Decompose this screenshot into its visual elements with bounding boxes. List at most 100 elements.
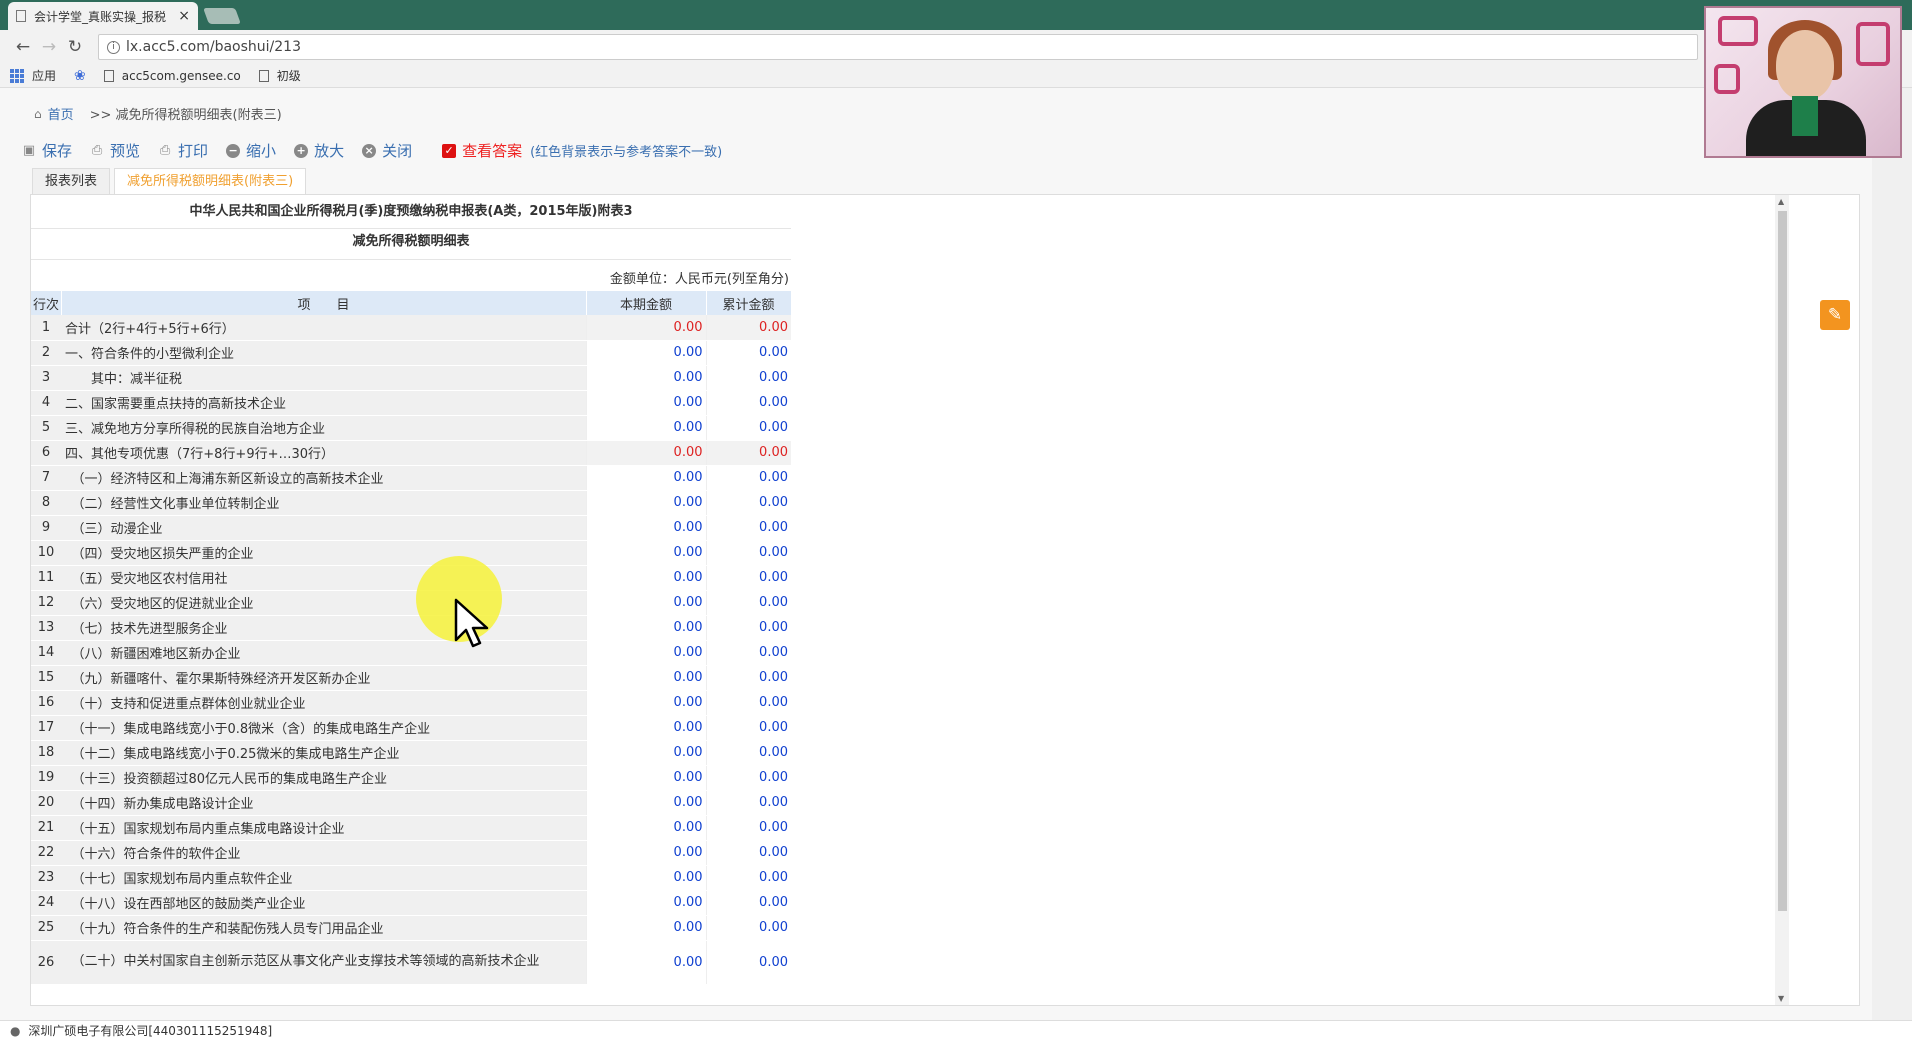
bookmark-apps[interactable]: 应用 [10,67,56,84]
current-amount-cell[interactable]: 0.00 [585,365,706,391]
vertical-scrollbar[interactable]: ▲ ▼ [1775,195,1789,1005]
current-amount-cell[interactable]: 0.00 [585,515,706,541]
row-number: 1 [31,315,61,341]
cumulative-amount-cell[interactable]: 0.00 [705,590,791,616]
header-current-amount: 本期金额 [586,291,707,315]
cumulative-amount-cell[interactable]: 0.00 [705,415,791,441]
current-amount-cell[interactable]: 0.00 [585,490,706,516]
row-number: 10 [31,540,61,566]
row-item: 其中：减半征税 [61,365,586,391]
scroll-down-icon[interactable]: ▼ [1778,994,1784,1003]
tab-tax-reduction-detail[interactable]: 减免所得税额明细表(附表三) [114,168,307,194]
save-button[interactable]: ▣ 保存 [22,140,72,161]
table-row: 4 二、国家需要重点扶持的高新技术企业 0.00 0.00 [31,390,791,416]
current-amount-cell[interactable]: 0.00 [585,915,706,941]
info-icon[interactable]: i [107,40,120,54]
current-amount-cell[interactable]: 0.00 [585,390,706,416]
scrollbar-thumb[interactable] [1778,211,1787,911]
reload-icon[interactable]: ↻ [62,37,88,57]
bookmark-gensee[interactable]: acc5com.gensee.co [103,69,241,83]
close-label: 关闭 [382,142,413,160]
zoom-in-button[interactable]: + 放大 [294,140,344,161]
cumulative-amount-cell[interactable]: 0.00 [705,890,791,916]
browser-tab[interactable]: 会计学堂_真账实操_报税 × [8,2,198,30]
plus-circle-icon: + [294,143,309,158]
breadcrumb-home-link[interactable]: 首页 [48,104,74,123]
row-item: （十九）符合条件的生产和装配伤残人员专门用品企业 [61,915,586,941]
cumulative-amount-cell[interactable]: 0.00 [705,865,791,891]
back-icon[interactable]: ← [10,37,36,57]
current-amount-cell[interactable]: 0.00 [585,640,706,666]
scroll-up-icon[interactable]: ▲ [1778,197,1784,206]
presenter-collar [1792,96,1818,136]
row-number: 17 [31,715,61,741]
check-answer-label: 查看答案 [462,142,523,160]
cumulative-amount-cell[interactable]: 0.00 [705,640,791,666]
current-amount-cell[interactable]: 0.00 [585,665,706,691]
current-amount-cell[interactable]: 0.00 [585,890,706,916]
row-number: 18 [31,740,61,766]
cumulative-amount-cell[interactable]: 0.00 [705,365,791,391]
cumulative-amount-cell[interactable]: 0.00 [705,565,791,591]
current-amount-cell[interactable]: 0.00 [585,940,706,985]
cumulative-amount-cell[interactable]: 0.00 [705,615,791,641]
cumulative-amount-cell[interactable]: 0.00 [705,690,791,716]
printer-icon: ⎙ [91,142,103,158]
check-answer-checkbox[interactable]: ✓ 查看答案 [442,140,522,161]
cumulative-amount-cell[interactable]: 0.00 [705,465,791,491]
cumulative-amount-cell[interactable]: 0.00 [705,515,791,541]
tax-form: 中华人民共和国企业所得税月(季)度预缴纳税申报表(A类，2015年版)附表3 减… [31,195,791,1005]
cumulative-amount-cell[interactable]: 0.00 [705,490,791,516]
current-amount-cell[interactable]: 0.00 [585,340,706,366]
table-row: 22 （十六）符合条件的软件企业 0.00 0.00 [31,840,791,866]
edit-pencil-button[interactable]: ✎ [1820,300,1850,330]
address-bar: ← → ↻ i lx.acc5.com/baoshui/213 [0,30,1912,64]
bookmark-chuji[interactable]: 初级 [258,67,301,84]
table-row: 14 （八）新疆困难地区新办企业 0.00 0.00 [31,640,791,666]
cumulative-amount-cell[interactable]: 0.00 [705,915,791,941]
tab-report-list[interactable]: 报表列表 [32,168,111,194]
cumulative-amount-cell[interactable]: 0.00 [705,765,791,791]
current-amount-cell[interactable]: 0.00 [585,615,706,641]
row-item: （九）新疆喀什、霍尔果斯特殊经济开发区新办企业 [61,665,586,691]
table-row: 21 （十五）国家规划布局内重点集成电路设计企业 0.00 0.00 [31,815,791,841]
current-amount-cell[interactable]: 0.00 [585,790,706,816]
close-button[interactable]: × 关闭 [362,140,412,161]
current-amount-cell[interactable]: 0.00 [585,765,706,791]
zoom-out-button[interactable]: − 缩小 [226,140,276,161]
row-item: （三）动漫企业 [61,515,586,541]
url-input[interactable]: i lx.acc5.com/baoshui/213 [98,34,1698,60]
row-number: 8 [31,490,61,516]
table-row: 16 （十）支持和促进重点群体创业就业企业 0.00 0.00 [31,690,791,716]
cumulative-amount-cell[interactable]: 0.00 [705,715,791,741]
current-amount-cell[interactable]: 0.00 [585,590,706,616]
current-amount-cell[interactable]: 0.00 [585,565,706,591]
row-item: （十八）设在西部地区的鼓励类产业企业 [61,890,586,916]
cumulative-amount-cell[interactable]: 0.00 [705,340,791,366]
current-amount-cell[interactable]: 0.00 [585,815,706,841]
cumulative-amount-cell[interactable]: 0.00 [705,665,791,691]
current-amount-cell[interactable]: 0.00 [585,540,706,566]
webcam-overlay [1704,6,1902,158]
current-amount-cell[interactable]: 0.00 [585,715,706,741]
cumulative-amount-cell[interactable]: 0.00 [705,840,791,866]
row-number: 4 [31,390,61,416]
cumulative-amount-cell[interactable]: 0.00 [705,540,791,566]
new-tab-button[interactable] [203,8,241,24]
print-button[interactable]: ⎙ 打印 [158,140,208,161]
current-amount-cell[interactable]: 0.00 [585,465,706,491]
current-amount-cell[interactable]: 0.00 [585,740,706,766]
cumulative-amount-cell[interactable]: 0.00 [705,390,791,416]
current-amount-cell[interactable]: 0.00 [585,415,706,441]
cumulative-amount-cell[interactable]: 0.00 [705,940,791,985]
current-amount-cell[interactable]: 0.00 [585,840,706,866]
bookmark-baidu[interactable]: ❀ [74,68,86,84]
current-amount-cell[interactable]: 0.00 [585,690,706,716]
cumulative-amount-cell[interactable]: 0.00 [705,815,791,841]
current-amount-cell[interactable]: 0.00 [585,865,706,891]
forward-icon[interactable]: → [36,37,62,57]
cumulative-amount-cell[interactable]: 0.00 [705,740,791,766]
preview-button[interactable]: ⎙ 预览 [90,140,140,161]
cumulative-amount-cell[interactable]: 0.00 [705,790,791,816]
close-tab-icon[interactable]: × [178,8,190,24]
